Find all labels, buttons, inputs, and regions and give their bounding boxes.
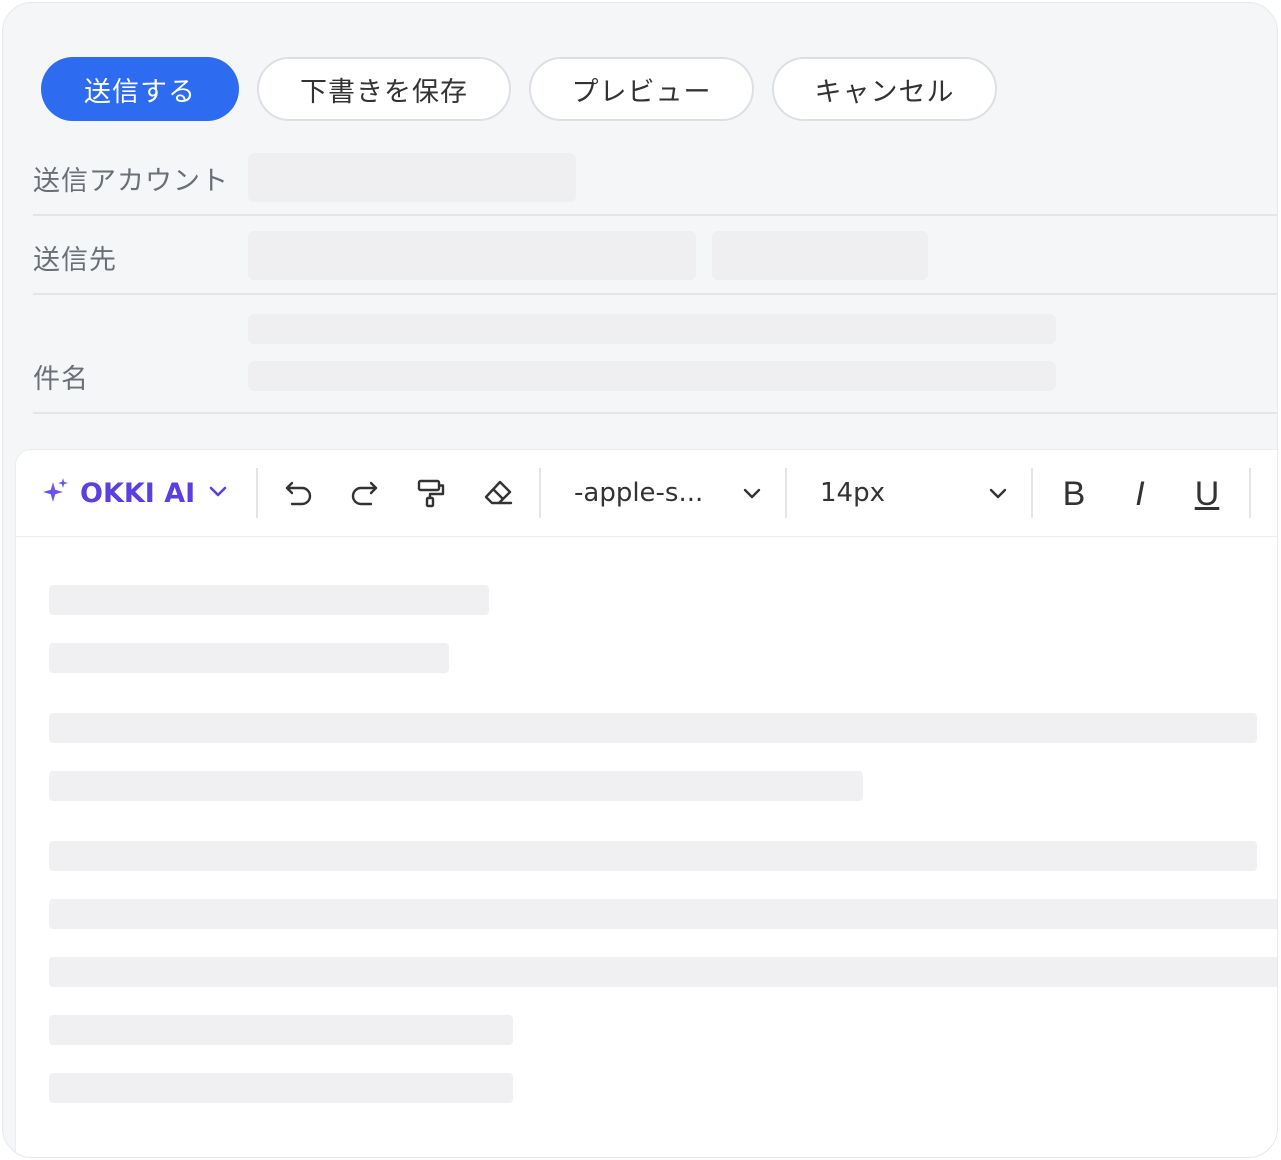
toolbar-separator [1031,468,1033,518]
cancel-button[interactable]: キャンセル [772,57,997,121]
sparkle-icon [42,476,70,511]
to-label: 送信先 [33,245,117,276]
toolbar-separator [256,468,258,518]
rich-text-editor: OKKI AI -apple-s... 14px B I U [15,449,1277,1157]
skeleton-line [49,713,1257,743]
font-size-select[interactable]: 14px [820,472,1010,514]
font-family-value: -apple-s... [574,478,704,508]
redo-icon[interactable] [346,475,382,511]
skeleton-line [49,771,863,801]
undo-icon[interactable] [281,475,317,511]
underline-icon[interactable]: U [1187,474,1227,514]
divider [33,214,1277,216]
action-bar: 送信する 下書きを保存 プレビュー キャンセル [3,57,1277,123]
skeleton-line [49,1015,513,1045]
skeleton-line [49,899,1277,929]
skeleton-line [49,1073,513,1103]
save-draft-button[interactable]: 下書きを保存 [257,57,511,121]
chevron-down-icon [207,478,229,509]
editor-body[interactable] [16,537,1277,1157]
okki-ai-menu[interactable]: OKKI AI [42,472,229,514]
divider [33,412,1277,414]
to-extra-skeleton[interactable] [712,231,928,280]
skeleton-line [49,957,1277,987]
to-field-skeleton[interactable] [248,231,696,280]
font-family-select[interactable]: -apple-s... [574,472,764,514]
subject-skeleton-line[interactable] [248,314,1056,344]
eraser-icon[interactable] [480,475,516,511]
editor-toolbar: OKKI AI -apple-s... 14px B I U [16,450,1277,537]
font-size-value: 14px [820,478,885,508]
skeleton-line [49,643,449,673]
account-field-skeleton[interactable] [248,153,576,202]
bold-icon[interactable]: B [1054,474,1094,514]
divider [33,293,1277,295]
skeleton-line [49,841,1257,871]
italic-icon[interactable]: I [1120,474,1160,514]
compose-window: 送信する 下書きを保存 プレビュー キャンセル 送信アカウント 送信先 件名 O… [2,2,1278,1158]
account-label: 送信アカウント [33,166,229,197]
chevron-down-icon [986,481,1010,512]
preview-button[interactable]: プレビュー [529,57,754,121]
format-painter-icon[interactable] [413,475,449,511]
toolbar-separator [785,468,787,518]
toolbar-separator [1249,468,1251,518]
send-button[interactable]: 送信する [41,57,239,121]
toolbar-separator [539,468,541,518]
subject-label: 件名 [33,364,89,395]
skeleton-line [49,585,489,615]
okki-ai-label: OKKI AI [80,477,196,509]
subject-skeleton-line[interactable] [248,361,1056,391]
chevron-down-icon [740,481,764,512]
